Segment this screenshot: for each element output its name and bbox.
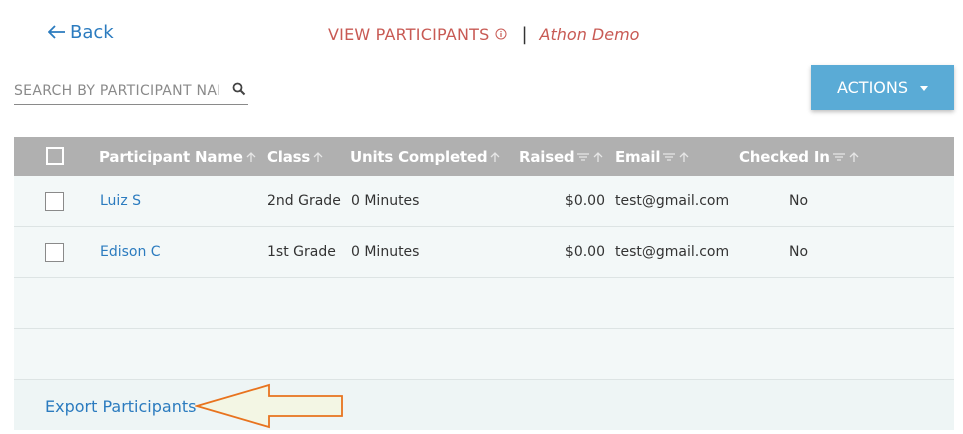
email-cell: test@gmail.com	[615, 244, 730, 260]
sort-up-icon	[246, 151, 256, 162]
row-checkbox[interactable]	[45, 243, 64, 262]
raised-cell: $0.00	[564, 193, 605, 209]
empty-row	[14, 329, 954, 380]
event-name: Athon Demo	[539, 24, 640, 44]
title-bar: VIEW PARTICIPANTS | Athon Demo	[328, 22, 639, 46]
arrow-left-icon	[48, 25, 65, 39]
table-header: Participant Name Class Units Completed R…	[14, 137, 954, 176]
table-footer: Export Participants	[14, 380, 954, 430]
column-header-email[interactable]: Email	[615, 137, 690, 176]
title-separator: |	[521, 23, 528, 45]
column-header-raised[interactable]: Raised	[519, 137, 604, 176]
row-checkbox[interactable]	[45, 192, 64, 211]
sort-up-icon	[849, 151, 859, 162]
filter-icon[interactable]	[576, 151, 590, 163]
search-icon[interactable]	[232, 82, 246, 96]
actions-label: ACTIONS	[836, 78, 909, 97]
filter-icon[interactable]	[832, 151, 846, 163]
participant-name-link[interactable]: Edison C	[100, 227, 161, 277]
back-link[interactable]: Back	[48, 20, 114, 44]
filter-icon[interactable]	[662, 151, 676, 163]
email-cell: test@gmail.com	[615, 193, 730, 209]
actions-button[interactable]: ACTIONS	[811, 65, 954, 110]
info-icon[interactable]	[495, 28, 507, 40]
table-row: Edison C 1st Grade 0 Minutes $0.00 test@…	[14, 227, 954, 278]
sort-up-icon	[679, 151, 689, 162]
callout-arrow-icon	[195, 383, 343, 429]
export-participants-link[interactable]: Export Participants	[45, 380, 196, 432]
caret-down-icon	[920, 86, 929, 91]
sort-up-icon	[593, 151, 603, 162]
checked-in-cell: No	[789, 193, 809, 209]
search-input[interactable]	[14, 83, 219, 99]
participant-name-link[interactable]: Luiz S	[100, 176, 141, 226]
participants-table: Participant Name Class Units Completed R…	[14, 137, 954, 430]
units-cell: 0 Minutes	[351, 193, 420, 209]
checked-in-cell: No	[789, 244, 809, 260]
column-header-checked-in[interactable]: Checked In	[739, 137, 860, 176]
table-row: Luiz S 2nd Grade 0 Minutes $0.00 test@gm…	[14, 176, 954, 227]
select-all-checkbox[interactable]	[46, 147, 64, 165]
units-cell: 0 Minutes	[351, 244, 420, 260]
page-title: VIEW PARTICIPANTS	[328, 24, 490, 44]
class-cell: 1st Grade	[267, 244, 336, 260]
sort-up-icon	[313, 151, 323, 162]
column-header-participant-name[interactable]: Participant Name	[99, 137, 257, 176]
class-cell: 2nd Grade	[267, 193, 341, 209]
back-label: Back	[70, 21, 114, 43]
column-header-units-completed[interactable]: Units Completed	[350, 137, 501, 176]
raised-cell: $0.00	[564, 244, 605, 260]
sort-up-icon	[490, 151, 500, 162]
column-header-class[interactable]: Class	[267, 137, 324, 176]
search-box	[14, 78, 248, 105]
empty-row	[14, 278, 954, 329]
